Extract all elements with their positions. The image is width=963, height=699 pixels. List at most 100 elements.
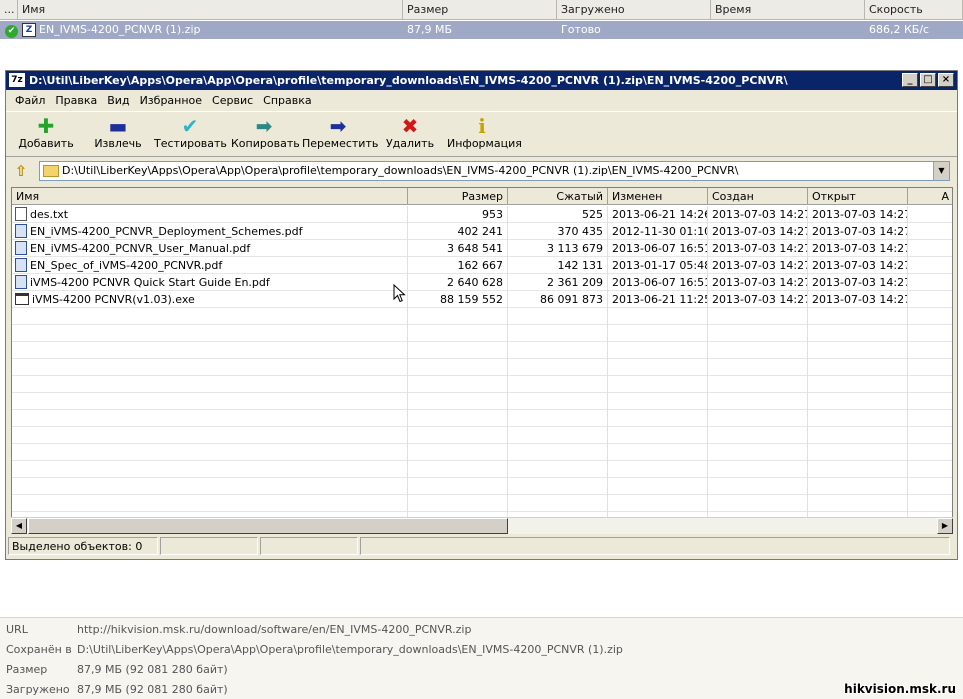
- empty-row: [12, 308, 952, 325]
- maximize-button[interactable]: □: [920, 73, 936, 87]
- column-header-time[interactable]: Время: [711, 0, 865, 20]
- file-list[interactable]: Имя Размер Сжатый Изменен Создан Открыт …: [11, 187, 953, 534]
- column-header-size[interactable]: Размер: [403, 0, 557, 20]
- file-size: 88 159 552: [408, 291, 508, 308]
- column-accessed[interactable]: Открыт: [808, 188, 908, 205]
- title-bar[interactable]: 7z D:\Util\LiberKey\Apps\Opera\App\Opera…: [6, 71, 957, 90]
- file-attributes: [908, 206, 952, 223]
- file-created: 2013-07-03 14:27: [708, 240, 808, 257]
- column-header-name[interactable]: Имя: [18, 0, 403, 20]
- detail-size-label: Размер: [6, 663, 48, 676]
- column-packed[interactable]: Сжатый: [508, 188, 608, 205]
- empty-row: [12, 359, 952, 376]
- file-row[interactable]: iVMS-4200 PCNVR Quick Start Guide En.pdf…: [12, 274, 952, 291]
- file-name-cell: EN_iVMS-4200_PCNVR_Deployment_Schemes.pd…: [12, 223, 408, 240]
- file-row[interactable]: EN_iVMS-4200_PCNVR_Deployment_Schemes.pd…: [12, 223, 952, 240]
- extract-label: Извлечь: [94, 137, 142, 150]
- chevron-down-icon[interactable]: ▼: [933, 162, 949, 180]
- file-name-cell: des.txt: [12, 206, 408, 223]
- file-size: 3 648 541: [408, 240, 508, 257]
- menu-view[interactable]: Вид: [102, 91, 134, 110]
- empty-row: [12, 342, 952, 359]
- detail-loaded-value: 87,9 МБ (92 081 280 байт): [77, 683, 228, 696]
- pdf-file-icon: [15, 224, 27, 238]
- file-modified: 2013-01-17 05:48: [608, 257, 708, 274]
- detail-saved-value[interactable]: D:\Util\LiberKey\Apps\Opera\App\Opera\pr…: [77, 640, 623, 660]
- address-bar: ⇧ D:\Util\LiberKey\Apps\Opera\App\Opera\…: [6, 159, 957, 183]
- scroll-left-icon[interactable]: ◀: [11, 518, 27, 534]
- detail-size: Размер 87,9 МБ (92 081 280 байт): [0, 660, 963, 680]
- file-name: EN_iVMS-4200_PCNVR_User_Manual.pdf: [30, 242, 251, 255]
- minus-icon: ▬: [108, 114, 128, 138]
- detail-loaded-label: Загружено: [6, 683, 70, 696]
- column-header-loaded[interactable]: Загружено: [557, 0, 711, 20]
- downloads-header: ... Имя Размер Загружено Время Скорость: [0, 0, 963, 20]
- menu-tools[interactable]: Сервис: [207, 91, 258, 110]
- delete-button[interactable]: ✖ Удалить: [382, 115, 438, 155]
- column-attributes[interactable]: А: [908, 188, 952, 205]
- file-accessed: 2013-07-03 14:27: [808, 274, 908, 291]
- move-button[interactable]: ➡ Переместить: [302, 115, 379, 155]
- extract-button[interactable]: ▬ Извлечь: [88, 115, 148, 155]
- detail-loaded: Загружено 87,9 МБ (92 081 280 байт): [0, 680, 963, 699]
- address-combo[interactable]: D:\Util\LiberKey\Apps\Opera\App\Opera\pr…: [39, 161, 950, 181]
- file-attributes: [908, 257, 952, 274]
- detail-url: URL http://hikvision.msk.ru/download/sof…: [0, 620, 963, 640]
- menu-file[interactable]: Файл: [10, 91, 50, 110]
- column-name[interactable]: Имя: [12, 188, 408, 205]
- file-row[interactable]: des.txt 953 525 2013-06-21 14:26 2013-07-03 …: [12, 206, 952, 223]
- folder-up-icon[interactable]: ⇧: [12, 162, 30, 180]
- add-button[interactable]: ✚ Добавить: [16, 115, 76, 155]
- file-created: 2013-07-03 14:27: [708, 223, 808, 240]
- file-attributes: [908, 291, 952, 308]
- file-row[interactable]: EN_Spec_of_iVMS-4200_PCNVR.pdf 162 667 142…: [12, 257, 952, 274]
- menu-favorites[interactable]: Избранное: [135, 91, 207, 110]
- file-row[interactable]: EN_iVMS-4200_PCNVR_User_Manual.pdf 3 648 …: [12, 240, 952, 257]
- test-button[interactable]: ✔ Тестировать: [154, 115, 227, 155]
- detail-url-value[interactable]: http://hikvision.msk.ru/download/softwar…: [77, 620, 471, 640]
- exe-file-icon: [15, 293, 29, 305]
- watermark: hikvision.msk.ru: [844, 682, 956, 696]
- file-packed-size: 370 435: [508, 223, 608, 240]
- download-time: [711, 21, 865, 39]
- empty-row: [12, 461, 952, 478]
- column-created[interactable]: Создан: [708, 188, 808, 205]
- file-accessed: 2013-07-03 14:27: [808, 240, 908, 257]
- menu-edit[interactable]: Правка: [50, 91, 102, 110]
- zip-file-icon: Z: [22, 23, 36, 37]
- file-packed-size: 86 091 873: [508, 291, 608, 308]
- close-button[interactable]: ×: [938, 73, 954, 87]
- status-cell-2: [160, 537, 258, 555]
- download-details: URL http://hikvision.msk.ru/download/sof…: [0, 617, 963, 699]
- file-created: 2013-07-03 14:27: [708, 206, 808, 223]
- file-row[interactable]: iVMS-4200 PCNVR(v1.03).exe 88 159 552 86 0…: [12, 291, 952, 308]
- download-size: 87,9 МБ: [407, 23, 453, 36]
- file-attributes: [908, 274, 952, 291]
- column-header-speed[interactable]: Скорость: [865, 0, 963, 20]
- empty-row: [12, 444, 952, 461]
- window-title: D:\Util\LiberKey\Apps\Opera\App\Opera\pr…: [29, 74, 788, 87]
- status-bar: Выделено объектов: 0: [6, 537, 957, 557]
- info-button[interactable]: i Информация: [447, 115, 522, 155]
- sevenzip-window: 7z D:\Util\LiberKey\Apps\Opera\App\Opera…: [5, 70, 958, 560]
- download-row[interactable]: ✔ Z EN_IVMS-4200_PCNVR (1).zip 87,9 МБ Го…: [0, 21, 963, 39]
- status-cell-3: [260, 537, 358, 555]
- download-speed: 686,2 КБ/с: [869, 23, 930, 36]
- column-size[interactable]: Размер: [408, 188, 508, 205]
- scroll-thumb[interactable]: [28, 518, 508, 534]
- delete-icon: ✖: [401, 114, 419, 138]
- minimize-button[interactable]: _: [902, 73, 918, 87]
- file-name: des.txt: [30, 208, 69, 221]
- file-modified: 2013-06-21 14:26: [608, 206, 708, 223]
- copy-button[interactable]: ➡ Копировать: [231, 115, 300, 155]
- column-modified[interactable]: Изменен: [608, 188, 708, 205]
- horizontal-scrollbar[interactable]: ◀ ▶: [11, 517, 953, 534]
- menu-help[interactable]: Справка: [258, 91, 316, 110]
- column-header-more[interactable]: ...: [0, 0, 18, 20]
- sevenzip-app-icon[interactable]: 7z: [9, 73, 25, 87]
- scroll-right-icon[interactable]: ▶: [937, 518, 953, 534]
- move-label: Переместить: [302, 137, 379, 150]
- status-selected: Выделено объектов: 0: [8, 537, 158, 555]
- empty-row: [12, 393, 952, 410]
- file-name: iVMS-4200 PCNVR Quick Start Guide En.pdf: [30, 276, 270, 289]
